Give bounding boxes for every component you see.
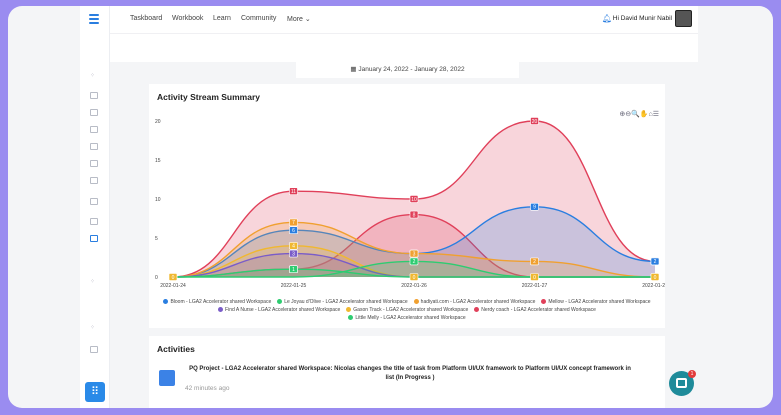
sidebar-icon[interactable] <box>90 92 98 99</box>
data-label: 0 <box>413 275 416 281</box>
legend-item[interactable]: Le Joyau d'Olive - LGA2 Accelerator shar… <box>277 299 408 305</box>
x-tick-label: 2022-01-27 <box>522 283 548 289</box>
sidebar-icon[interactable] <box>90 126 98 133</box>
chat-icon <box>676 378 687 388</box>
y-tick-label: 5 <box>155 236 158 242</box>
legend-item[interactable]: Find A Nurse - LGA2 Accelerator shared W… <box>218 307 340 313</box>
legend-item[interactable]: hadiyati.com - LGA2 Accelerator shared W… <box>413 299 535 305</box>
nav-learn[interactable]: Learn <box>213 15 231 22</box>
sidebar-icon-active[interactable] <box>90 235 98 242</box>
y-tick-label: 10 <box>155 197 161 203</box>
sidebar: ⁘ ⁘ ⁘ ⠿ <box>80 6 110 408</box>
data-label: 11 <box>291 189 296 195</box>
data-label: 20 <box>532 119 538 125</box>
user-greeting[interactable]: Hi David Munir Nabil <box>613 15 672 22</box>
data-label: 2 <box>654 259 657 265</box>
nav-community[interactable]: Community <box>241 15 276 22</box>
activity-time: 42 minutes ago <box>185 385 230 392</box>
data-label: 0 <box>654 275 657 281</box>
data-label: 2 <box>413 259 416 265</box>
x-tick-label: 2022-01-25 <box>281 283 307 289</box>
app-window: ⁘ ⁘ ⁘ ⠿ Taskboard Workbook Learn Communi… <box>8 6 773 408</box>
chat-badge: 1 <box>688 370 696 378</box>
y-tick-label: 0 <box>155 275 158 281</box>
dots-icon[interactable]: ⁘ <box>90 324 96 331</box>
top-nav: Taskboard Workbook Learn Community More … <box>110 6 698 34</box>
sidebar-icon[interactable] <box>90 177 98 184</box>
legend-item[interactable]: Little Melly - LGA2 Accelerator shared W… <box>348 315 466 321</box>
legend-dot <box>413 299 419 305</box>
menu-logo-icon[interactable] <box>89 14 99 24</box>
legend-item[interactable]: Gason Track - LGA2 Accelerator shared Wo… <box>346 307 468 313</box>
nav-workbook[interactable]: Workbook <box>172 15 203 22</box>
date-range-picker[interactable]: ▦ January 24, 2022 - January 28, 2022 <box>296 62 519 78</box>
activities-card: Activities PQ Project - LGA2 Accelerator… <box>149 336 665 408</box>
sidebar-icon[interactable] <box>90 160 98 167</box>
apps-grid-button[interactable]: ⠿ <box>85 382 105 402</box>
sidebar-icon[interactable] <box>90 143 98 150</box>
legend-dot <box>218 307 224 313</box>
legend-dot <box>474 307 480 313</box>
legend-dot <box>348 315 354 321</box>
data-label: 4 <box>292 244 295 250</box>
x-tick-label: 2022-01-24 <box>160 283 186 289</box>
data-label: 0 <box>172 275 175 281</box>
data-label: 0 <box>533 275 536 281</box>
chart-legend: Bloom - LGA2 Accelerator shared Workspac… <box>149 299 665 323</box>
data-label: 10 <box>411 197 417 203</box>
bell-icon[interactable]: 🔔︎ <box>602 14 612 23</box>
data-label: 8 <box>413 212 416 218</box>
x-tick-label: 2022-01-28 <box>642 283 665 289</box>
legend-item[interactable]: Mellow - LGA2 Accelerator shared Workspa… <box>541 299 651 305</box>
data-label: 1 <box>292 267 295 273</box>
avatar[interactable] <box>675 10 692 27</box>
sidebar-icon[interactable] <box>90 218 98 225</box>
data-label: 3 <box>413 251 416 257</box>
sidebar-icon[interactable] <box>90 346 98 353</box>
y-tick-label: 20 <box>155 119 161 125</box>
activity-text[interactable]: PQ Project - LGA2 Accelerator shared Wor… <box>185 365 635 383</box>
data-label: 9 <box>533 205 536 211</box>
data-label: 3 <box>292 251 295 257</box>
activities-title: Activities <box>157 344 195 354</box>
chart-svg: 051015202022-01-24 2022-01-25 2022-01-26 20… <box>155 117 665 289</box>
sub-header <box>110 34 698 62</box>
sidebar-icon[interactable] <box>90 109 98 116</box>
data-label: 7 <box>292 220 295 226</box>
y-tick-label: 15 <box>155 158 161 164</box>
legend-dot <box>346 307 352 313</box>
legend-dot <box>277 299 283 305</box>
dots-icon[interactable]: ⁘ <box>90 278 96 285</box>
nav-taskboard[interactable]: Taskboard <box>130 15 162 22</box>
x-tick-label: 2022-01-26 <box>401 283 427 289</box>
activity-chart-card: Activity Stream Summary ⊕⊖🔍✋⌂☰ 0 5 10 15 20 2… <box>149 84 665 328</box>
nav-more[interactable]: More ⌄ <box>287 15 311 23</box>
dots-icon[interactable]: ⁘ <box>90 72 96 79</box>
data-label: 6 <box>292 228 295 234</box>
data-label: 2 <box>533 259 536 265</box>
legend-item[interactable]: Bloom - LGA2 Accelerator shared Workspac… <box>163 299 271 305</box>
legend-item[interactable]: Nerdy coach - LGA2 Accelerator shared Wo… <box>474 307 596 313</box>
legend-dot <box>541 299 547 305</box>
legend-dot <box>163 299 169 305</box>
project-thumbnail <box>159 370 175 386</box>
sidebar-icon[interactable] <box>90 198 98 205</box>
